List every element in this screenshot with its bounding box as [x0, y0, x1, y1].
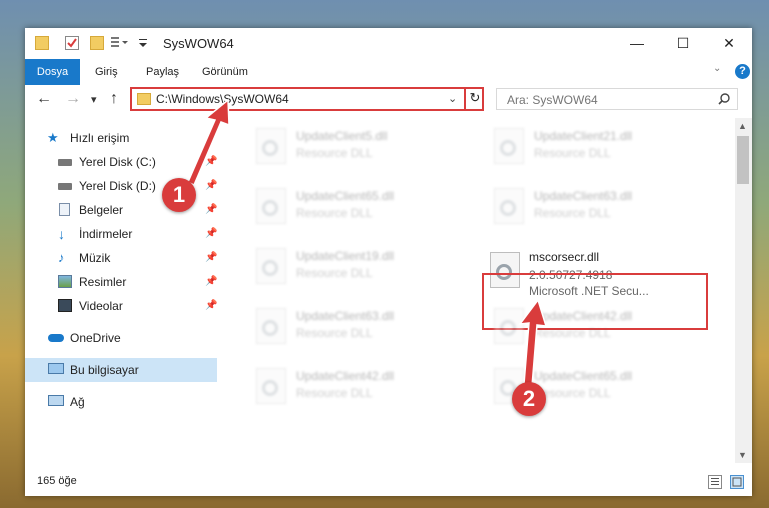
callout-arrows	[187, 98, 548, 387]
callout-badge-2: 2	[512, 382, 546, 416]
arrow-1-icon	[187, 98, 230, 187]
arrow-2-icon	[518, 298, 548, 387]
callout-badge-1: 1	[162, 178, 196, 212]
